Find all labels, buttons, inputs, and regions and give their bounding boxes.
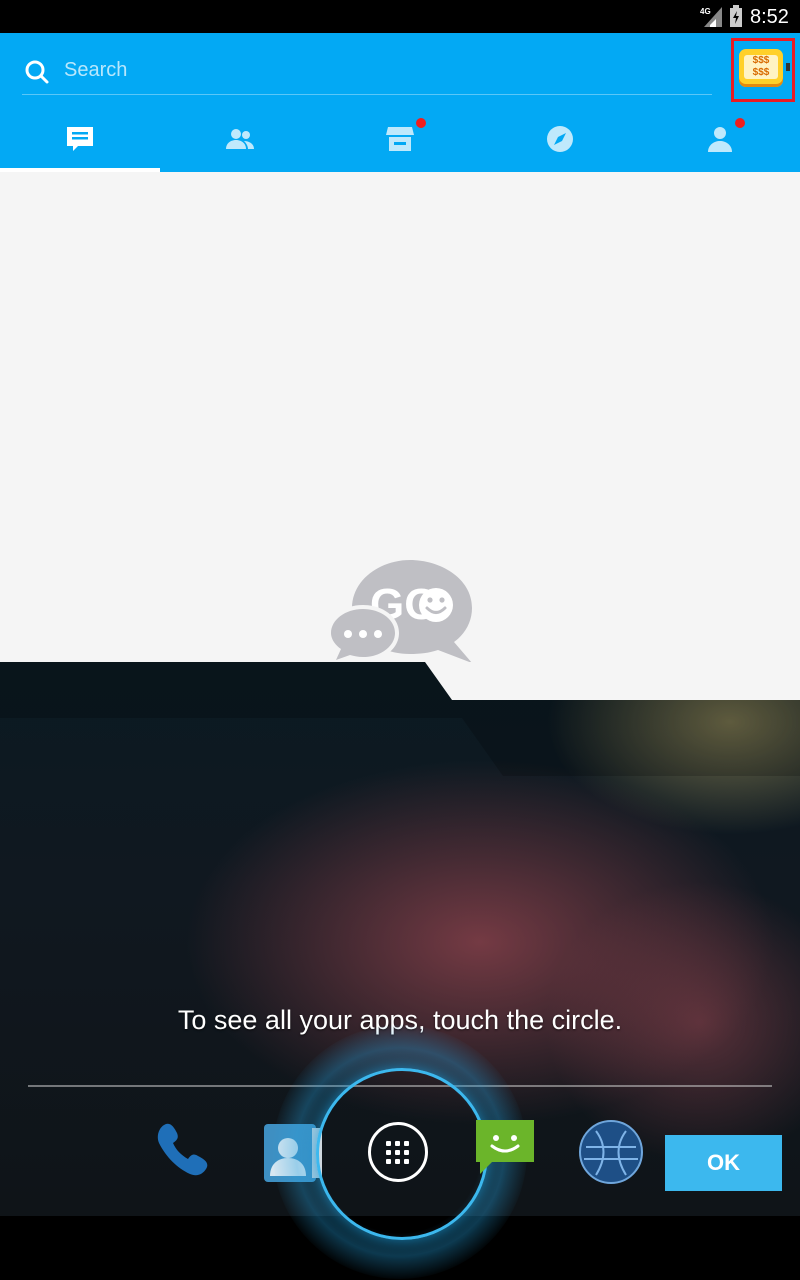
status-bar: 4G 8:52: [0, 0, 800, 33]
ok-button[interactable]: OK: [665, 1135, 782, 1191]
tab-chats[interactable]: [0, 103, 160, 172]
slot-machine-icon: $$$ $$$: [739, 49, 783, 87]
tab-store[interactable]: [320, 103, 480, 172]
tab-bar: [0, 103, 800, 172]
tab-profile[interactable]: [640, 103, 800, 172]
all-apps-icon: [386, 1141, 410, 1165]
messaging-icon[interactable]: [470, 1112, 540, 1182]
store-icon: [386, 127, 414, 151]
contacts-icon: [226, 129, 254, 149]
profile-badge: [735, 118, 745, 128]
svg-text:4G: 4G: [700, 7, 711, 16]
phone-icon[interactable]: [150, 1115, 220, 1185]
tab-discover[interactable]: [480, 103, 640, 172]
content-edge-step: [0, 662, 800, 776]
compass-icon: [547, 126, 573, 152]
search-bar[interactable]: Search: [22, 49, 712, 95]
slot-machine-button[interactable]: $$$ $$$: [731, 38, 795, 102]
chat-list-empty: GO: [0, 172, 800, 700]
all-apps-button[interactable]: [368, 1122, 428, 1182]
go-logo-icon: GO: [328, 560, 472, 665]
chat-icon: [67, 127, 93, 151]
store-badge: [416, 118, 426, 128]
search-icon: [25, 60, 49, 84]
overflow-menu-icon[interactable]: [786, 63, 790, 71]
tab-contacts[interactable]: [160, 103, 320, 172]
browser-icon[interactable]: [576, 1117, 646, 1187]
profile-icon: [708, 127, 732, 152]
search-placeholder: Search: [64, 59, 128, 81]
clock: 8:52: [750, 6, 789, 28]
app-header: Search $$$ $$$: [0, 33, 800, 172]
signal-4g-icon: 4G: [700, 7, 722, 27]
battery-icon: [730, 5, 742, 27]
